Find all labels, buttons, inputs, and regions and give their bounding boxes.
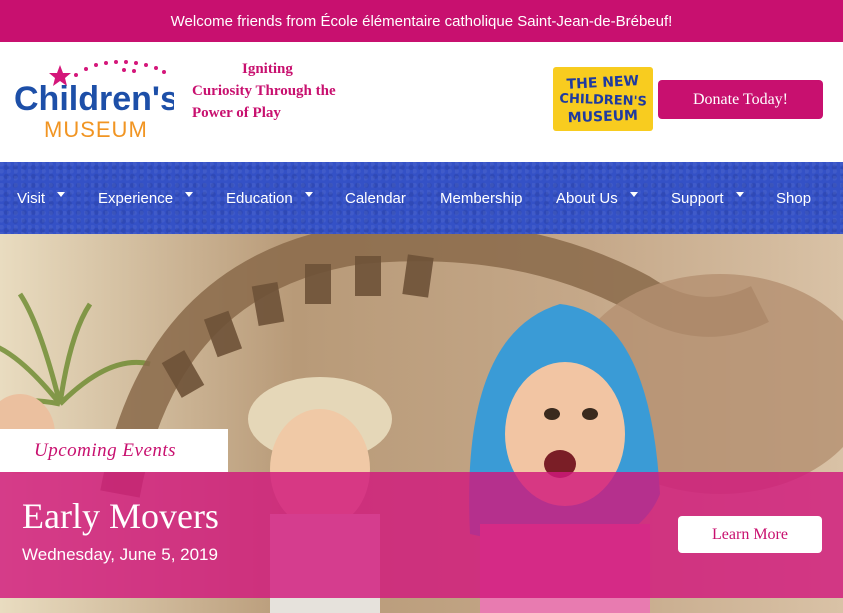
nav-item-label: Experience xyxy=(98,189,174,207)
caret-down-icon xyxy=(629,191,638,197)
nav-item-education[interactable]: Education xyxy=(226,162,313,234)
tagline-line-3: Power of Play xyxy=(192,105,281,121)
event-banner: Early Movers Wednesday, June 5, 2019 Lea… xyxy=(0,472,843,598)
nav-item-label: Calendar xyxy=(345,189,406,207)
nav-item-support[interactable]: Support xyxy=(671,162,744,234)
upcoming-events-label: Upcoming Events xyxy=(34,439,177,461)
childrens-museum-logo[interactable]: Children's MUSEUM xyxy=(14,57,179,142)
logo-graphic: Children's MUSEUM xyxy=(14,60,179,142)
event-title: Early Movers xyxy=(22,496,219,536)
welcome-banner-text: Welcome friends from École élémentaire c… xyxy=(170,12,673,30)
caret-down-icon xyxy=(304,191,313,197)
main-nav: Visit Experience Education Calendar Memb… xyxy=(0,162,843,234)
learn-more-button[interactable]: Learn More xyxy=(678,516,822,553)
nav-item-membership[interactable]: Membership xyxy=(440,162,523,234)
caret-down-icon xyxy=(185,191,194,197)
nav-item-shop[interactable]: Shop xyxy=(776,162,811,234)
nav-item-label: Support xyxy=(671,189,724,207)
logo-wordmark-bottom: MUSEUM xyxy=(44,117,148,142)
tagline-line-2: Curiosity Through the xyxy=(192,83,336,99)
nav-item-label: Membership xyxy=(440,189,523,207)
nav-item-experience[interactable]: Experience xyxy=(98,162,194,234)
nav-item-label: Visit xyxy=(17,189,46,207)
nav-item-visit[interactable]: Visit xyxy=(17,162,66,234)
tagline-line-1: Igniting xyxy=(242,61,293,77)
hero-slider: Upcoming Events Early Movers Wednesday, … xyxy=(0,234,843,613)
upcoming-events-tab: Upcoming Events xyxy=(0,429,228,472)
new-childrens-museum-badge[interactable]: THE NEW CHILDREN'S MUSEUM xyxy=(553,67,653,131)
nav-item-calendar[interactable]: Calendar xyxy=(345,162,406,234)
badge-line-3: MUSEUM xyxy=(567,108,638,126)
site-header: Children's MUSEUM Igniting Curiosity Thr… xyxy=(0,42,843,162)
nav-item-label: Education xyxy=(226,189,293,207)
caret-down-icon xyxy=(57,191,66,197)
nav-item-about-us[interactable]: About Us xyxy=(556,162,638,234)
welcome-banner: Welcome friends from École élémentaire c… xyxy=(0,0,843,42)
event-date: Wednesday, June 5, 2019 xyxy=(22,545,218,564)
new-museum-logo: THE NEW CHILDREN'S MUSEUM xyxy=(559,73,647,126)
tagline: Igniting Curiosity Through the Power of … xyxy=(192,58,352,124)
nav-item-label: About Us xyxy=(556,189,618,207)
nav-item-label: Shop xyxy=(776,189,812,207)
donate-button[interactable]: Donate Today! xyxy=(658,80,823,119)
badge-line-1: THE NEW xyxy=(566,73,639,93)
badge-line-2: CHILDREN'S xyxy=(559,91,647,109)
logo-wordmark-top: Children's xyxy=(14,80,174,118)
caret-down-icon xyxy=(735,191,744,197)
